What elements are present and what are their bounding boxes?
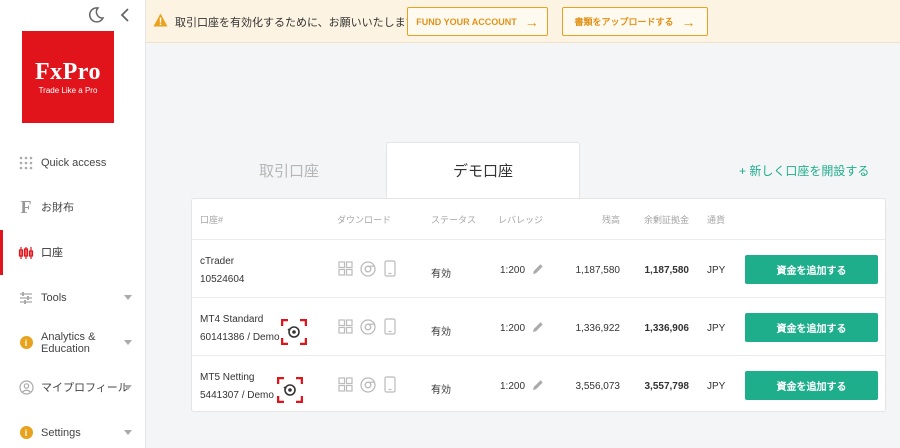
account-number: 60141386 / Demo [200,332,280,343]
sidebar-item-label: お財布 [41,201,74,214]
edit-leverage-pencil-icon[interactable] [532,378,544,390]
sidebar-item-wallet[interactable]: F お財布 [0,185,146,230]
download-icons [337,260,398,277]
account-balance: 1,336,922 [575,323,621,334]
sidebar-top-icons [87,6,135,24]
column-header-status: ステータス [431,215,477,225]
account-type: MT5 Netting [200,372,255,383]
logo-wordmark: FxPro [34,58,102,85]
sidebar-item-accounts[interactable]: 口座 [0,230,146,275]
open-new-account-link[interactable]: + 新しく口座を開設する [739,162,869,179]
upload-documents-button[interactable]: 書類をアップロードする → [562,7,708,36]
table-row: cTrader 10524604 有効 1:200 1,187,580 1,18… [192,239,885,297]
upload-documents-label: 書類をアップロードする [574,17,674,27]
account-status: 有効 [431,269,451,280]
column-header-download: ダウンロード [337,215,392,225]
column-header-leverage: レバレッジ [498,215,544,225]
sidebar-item-label: Quick access [41,156,107,169]
dark-mode-moon-icon[interactable] [87,6,105,24]
download-icons [337,376,398,393]
sidebar-item-analytics-education[interactable]: i Analytics & Education [0,320,146,365]
mobile-phone-icon[interactable] [381,376,398,393]
mobile-phone-icon[interactable] [381,318,398,335]
account-settings-icon[interactable] [280,318,308,346]
arrow-right-icon: → [681,13,696,30]
arrow-right-icon: → [524,13,539,30]
add-funds-button[interactable]: 資金を追加する [745,313,878,342]
account-type: cTrader [200,256,235,267]
column-header-currency: 通貨 [707,215,726,225]
chevron-down-icon [124,384,132,390]
chrome-icon[interactable] [359,318,376,335]
account-free-margin: 1,187,580 [644,265,690,276]
account-leverage: 1:200 [500,265,526,276]
tab-demo-accounts[interactable]: デモ口座 [386,142,580,198]
account-status: 有効 [431,327,451,338]
account-currency: JPY [707,265,726,276]
download-icons [337,318,398,335]
account-number: 5441307 / Demo [200,390,274,401]
chrome-icon[interactable] [359,260,376,277]
windows-icon[interactable] [337,260,354,277]
sidebar-nav: Quick access F お財布 口座 Tools i Analytics … [0,140,146,448]
account-currency: JPY [707,381,726,392]
add-funds-button[interactable]: 資金を追加する [745,255,878,284]
collapse-chevron-left-icon[interactable] [117,6,135,24]
sidebar-item-label: Analytics & Education [41,330,96,355]
mobile-phone-icon[interactable] [381,260,398,277]
info-icon: i [18,335,34,351]
account-currency: JPY [707,323,726,334]
account-free-margin: 3,557,798 [644,381,690,392]
account-status: 有効 [431,385,451,396]
sidebar: FxPro Trade Like a Pro Quick access F お財… [0,0,146,448]
fxpro-logo[interactable]: FxPro Trade Like a Pro [22,31,114,123]
account-balance: 3,556,073 [575,381,621,392]
edit-leverage-pencil-icon[interactable] [532,262,544,274]
sidebar-item-tools[interactable]: Tools [0,275,146,320]
column-header-free-margin: 余剰証拠金 [643,215,689,225]
candles-icon [18,245,34,261]
chevron-down-icon [124,339,132,345]
chrome-icon[interactable] [359,376,376,393]
sidebar-item-label: マイプロフィール [41,381,129,394]
verification-notice-bar: 取引口座を有効化するために、お願いいたします FUND YOUR ACCOUNT… [146,0,900,43]
account-type: MT4 Standard [200,314,264,325]
windows-icon[interactable] [337,318,354,335]
sidebar-item-label: Tools [41,291,67,304]
windows-icon[interactable] [337,376,354,393]
chevron-down-icon [124,429,132,435]
sidebar-item-label: 口座 [41,246,63,259]
info-icon: i [18,425,34,441]
sidebar-item-my-profile[interactable]: マイプロフィール [0,365,146,410]
account-number: 10524604 [200,274,245,285]
edit-leverage-pencil-icon[interactable] [532,320,544,332]
account-free-margin: 1,336,906 [644,323,690,334]
account-settings-icon[interactable] [276,376,304,404]
user-icon [18,380,34,396]
notice-text: 取引口座を有効化するために、お願いいたします [175,17,417,29]
sliders-icon [18,290,34,306]
sidebar-item-settings[interactable]: i Settings [0,410,146,448]
sidebar-item-quick-access[interactable]: Quick access [0,140,146,185]
account-leverage: 1:200 [500,381,526,392]
column-header-balance: 残高 [601,215,620,225]
grid-icon [18,155,34,171]
tab-real-accounts[interactable]: 取引口座 [192,142,386,198]
add-funds-button[interactable]: 資金を追加する [745,371,878,400]
account-balance: 1,187,580 [575,265,621,276]
warning-triangle-icon [153,13,168,32]
sidebar-item-label: Settings [41,426,81,439]
fund-account-button[interactable]: FUND YOUR ACCOUNT → [407,7,548,36]
logo-tagline: Trade Like a Pro [38,85,98,95]
column-header-account: 口座# [200,215,224,225]
fund-account-label: FUND YOUR ACCOUNT [416,16,517,27]
account-leverage: 1:200 [500,323,526,334]
chevron-down-icon [124,294,132,300]
wallet-f-icon: F [20,197,32,217]
